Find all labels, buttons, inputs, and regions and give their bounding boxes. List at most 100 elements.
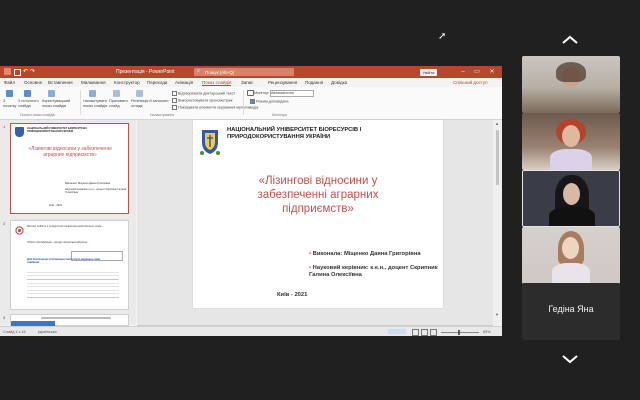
play-current-icon[interactable] [24, 90, 31, 97]
maximize-icon[interactable]: ▭ [472, 67, 482, 77]
vertical-scrollbar[interactable]: ▲ ▼ [493, 120, 502, 325]
participant-video-1[interactable] [522, 56, 620, 113]
bullet-icon: • [309, 265, 312, 271]
menu-item[interactable]: Малювання [81, 80, 106, 85]
thumbnail-pane: 1 НАЦІОНАЛЬНИЙ УНІВЕРСИТЕТ БІОРЕСУРСІВ І… [0, 120, 136, 326]
main-slide[interactable]: НАЦІОНАЛЬНИЙ УНІВЕРСИТЕТ БІОРЕСУРСІВ І П… [193, 120, 443, 308]
autosave-icon[interactable] [4, 68, 11, 75]
menu-item[interactable]: Рецензування [268, 80, 297, 85]
thumb2-text3: Для досягнення поставленої мети було вир… [27, 258, 100, 264]
zoom-level[interactable]: 65% [483, 330, 491, 334]
menu-item[interactable]: Запис [241, 80, 253, 85]
slide-university: НАЦІОНАЛЬНИЙ УНІВЕРСИТЕТ БІОРЕСУРСІВ І П… [227, 127, 362, 140]
zoom-slider[interactable] [441, 331, 479, 333]
slide-author: • Виконала: Міщенко Даяна Григорівна [309, 251, 421, 257]
language-status[interactable]: українська [38, 330, 57, 334]
ribbon-button-label[interactable]: Налаштувати показ слайдів [83, 99, 109, 108]
target-icon [15, 226, 24, 235]
close-icon[interactable]: ✕ [487, 67, 497, 77]
group-label: Налаштування [150, 113, 175, 117]
checkbox-icon[interactable] [172, 105, 177, 110]
scroll-up-icon[interactable]: ▲ [495, 121, 499, 126]
thumb-university: НАЦІОНАЛЬНИЙ УНІВЕРСИТЕТ БІОРЕСУРСІВ І П… [27, 127, 88, 133]
thumb2-list [27, 269, 119, 299]
participant-name: Гедіна Яна [548, 304, 594, 314]
search-box[interactable]: ⌕ Пошук (Alt+Q) [194, 68, 294, 76]
status-bar: Слайд 1 з 15 українська 65% [0, 326, 502, 336]
undo-icon[interactable]: ↶ [23, 68, 28, 75]
slide-count: Слайд 1 з 15 [3, 329, 26, 334]
thumb2-text2: Об'єкт дослідження - процес лізингових в… [27, 241, 90, 244]
minimize-icon[interactable]: – [458, 67, 468, 77]
slide-sorter-icon[interactable] [421, 329, 428, 336]
menu-item[interactable]: Переходи [147, 80, 167, 85]
menu-item[interactable]: Подання [305, 80, 323, 85]
window-title: Презентація - PowerPoint [116, 69, 175, 75]
thumb-advisor: Науковий керівник: к.е.н., доцент Скрипн… [65, 188, 127, 195]
group-label: Почати показ слайдів [20, 113, 55, 117]
ribbon-button-label[interactable]: Репетиція й записати оглядк [131, 99, 171, 108]
menu-item[interactable]: Конструктор [114, 80, 140, 85]
title-bar: ↶ ↷ Презентація - PowerPoint ⌕ Пошук (Al… [0, 66, 502, 78]
save-icon[interactable] [14, 69, 21, 76]
crest-icon [15, 127, 24, 137]
thumb-city-year: Київ - 2021 [49, 204, 63, 207]
checkbox-label: Показувати елементи керування мультимеді… [178, 105, 259, 110]
redo-icon[interactable]: ↷ [30, 68, 35, 75]
participant-video-2[interactable] [522, 113, 620, 170]
thumb-title: «Лізингові відносини у забезпеченні агра… [28, 146, 112, 158]
menu-item[interactable]: Довідка [331, 80, 347, 85]
menu-bar: Файл Основне Вставлення Малювання Констр… [0, 78, 502, 87]
checkbox-icon[interactable] [172, 98, 177, 103]
signin-button[interactable]: Увійти [420, 68, 437, 76]
checkbox-icon[interactable] [172, 91, 177, 96]
share-button[interactable]: Спільний доступ [453, 80, 488, 85]
menu-item-active[interactable]: Показ слайдів [202, 80, 232, 86]
hide-slide-icon[interactable] [113, 90, 120, 97]
thumb2-text1: Метою роботи є розкриття теоретико-метод… [27, 225, 104, 228]
checkbox-label: Відтворювати дикторський текст [178, 91, 236, 96]
slide-city-year: Київ - 2021 [277, 292, 308, 298]
ribbon-button-label[interactable]: Приховати слайд [109, 99, 129, 108]
slide-title: «Лізингові відносини у забезпеченні агра… [257, 175, 379, 215]
scroll-down-chevron-icon[interactable] [561, 354, 579, 364]
normal-view-icon[interactable] [412, 329, 419, 336]
custom-show-icon[interactable] [48, 90, 55, 97]
bullet-icon: • [309, 251, 312, 257]
participant-name-tile[interactable]: Гедіна Яна [522, 283, 620, 340]
checkbox-icon[interactable] [250, 99, 255, 104]
slide-thumbnail-1[interactable]: НАЦІОНАЛЬНИЙ УНІВЕРСИТЕТ БІОРЕСУРСІВ І П… [10, 123, 129, 214]
mouse-cursor-icon: ➚ [438, 31, 447, 42]
ribbon: З початку З поточного слайда Користуваць… [0, 87, 502, 120]
participant-video-3-active[interactable] [522, 170, 620, 227]
menu-item[interactable]: Файл [4, 80, 15, 85]
notes-icon[interactable] [388, 329, 406, 334]
menu-item[interactable]: Анімація [175, 80, 193, 85]
reading-view-icon[interactable] [430, 329, 437, 336]
participant-face [563, 183, 580, 205]
menu-item[interactable]: Вставлення [48, 80, 73, 85]
thumb-author: Виконала: Міщенко Даяна Григорівна [65, 182, 111, 185]
search-icon: ⌕ [197, 68, 200, 74]
checkbox-label: Використовувати хронометраж [178, 98, 233, 103]
scroll-down-icon[interactable]: ▼ [495, 312, 499, 317]
university-crest-icon [200, 130, 220, 155]
monitor-select[interactable]: Автоматично [270, 89, 314, 97]
monitor-label: Монітор: [254, 90, 270, 95]
slide-advisor: • Науковий керівник: к.е.н., доцент Скри… [309, 265, 438, 278]
play-from-start-icon[interactable] [6, 90, 13, 97]
menu-item[interactable]: Основне [24, 80, 42, 85]
search-placeholder: Пошук (Alt+Q) [205, 69, 235, 75]
slide-thumbnail-3[interactable] [10, 314, 129, 326]
participant-video-4[interactable] [522, 227, 620, 284]
zoom-slider-thumb[interactable] [458, 329, 460, 335]
scroll-thumb[interactable] [495, 130, 499, 185]
ribbon-button-label[interactable]: З початку [3, 99, 17, 108]
slide-thumbnail-2[interactable]: Метою роботи є розкриття теоретико-метод… [10, 220, 129, 310]
ribbon-button-label[interactable]: З поточного слайда [18, 99, 40, 108]
setup-show-icon[interactable] [89, 90, 96, 97]
ribbon-button-label[interactable]: Користувацький показ слайдів [42, 99, 76, 108]
group-label: Монітори [272, 113, 288, 117]
rehearse-icon[interactable] [136, 90, 143, 97]
scroll-up-chevron-icon[interactable] [561, 35, 579, 45]
